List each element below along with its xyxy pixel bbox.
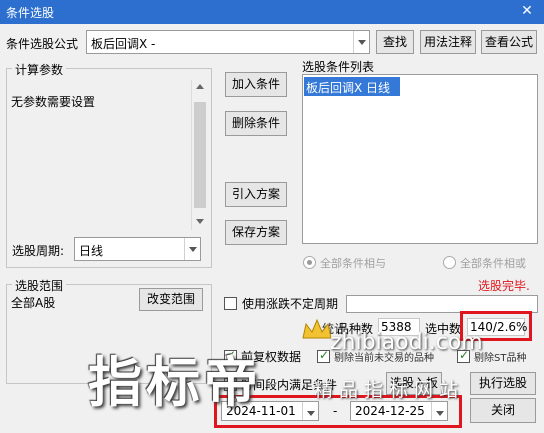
conditions-list[interactable]: 板后回调X 日线 [302,74,538,244]
delete-condition-button[interactable]: 删除条件 [225,111,287,136]
scroll-thumb[interactable] [194,102,206,208]
range-group-label: 选股范围 [12,277,67,294]
save-plan-button[interactable]: 保存方案 [225,220,287,245]
title-bar: 条件选股 ✕ [0,0,544,24]
window-title: 条件选股 [6,6,55,20]
conditions-label: 选股条件列表 [302,60,375,74]
variable-period-label: 使用涨跌不定周期 [242,297,339,311]
change-range-button[interactable]: 改变范围 [139,288,203,311]
period-select[interactable]: 日线 [74,237,201,261]
date-separator: - [333,404,338,418]
range-value: 全部A股 [11,296,56,310]
chevron-down-icon[interactable] [353,31,369,53]
formula-value: 板后回调X - [91,37,156,51]
period-value: 日线 [79,244,104,258]
chevron-down-icon[interactable] [431,402,447,420]
scroll-up-icon[interactable] [196,84,204,89]
period-label: 选股周期: [12,244,65,258]
watermark-small: 精品指标网站 [314,379,465,401]
close-button[interactable]: 关闭 [470,398,536,423]
end-date-value: 2024-12-25 [355,404,425,418]
and-radio[interactable] [303,256,316,269]
include-special-checkbox[interactable] [317,348,330,363]
view-formula-button[interactable]: 查看公式 [481,30,537,54]
list-item[interactable]: 板后回调X 日线 [304,77,400,96]
variable-period-checkbox[interactable] [224,297,237,310]
or-label: 全部条件相或 [460,257,526,270]
formula-label: 条件选股公式 [6,37,79,51]
or-radio[interactable] [443,256,456,269]
params-scrollbar[interactable] [191,80,208,230]
crown-icon [300,318,334,340]
params-text: 无参数需要设置 [11,95,96,109]
formula-select[interactable]: 板后回调X - [86,30,370,54]
status-text: 选股完毕. [478,279,530,293]
watermark-latin: zhibiaodi.com [330,330,483,355]
add-condition-button[interactable]: 加入条件 [225,72,287,97]
chevron-down-icon[interactable] [184,238,200,260]
close-icon[interactable]: ✕ [518,2,536,20]
chevron-down-icon[interactable] [302,402,318,420]
condition-item-label: 板后回调X 日线 [306,81,391,95]
and-label: 全部条件相与 [320,257,386,270]
usage-button[interactable]: 用法注释 [420,30,476,54]
watermark-big: 指标帝 [88,351,262,414]
scroll-down-icon[interactable] [196,219,204,224]
find-button[interactable]: 查找 [376,30,414,54]
import-plan-button[interactable]: 引入方案 [225,182,287,207]
params-group-label: 计算参数 [12,61,67,78]
execute-button[interactable]: 执行选股 [470,372,536,395]
end-date-picker[interactable]: 2024-12-25 [350,401,448,421]
